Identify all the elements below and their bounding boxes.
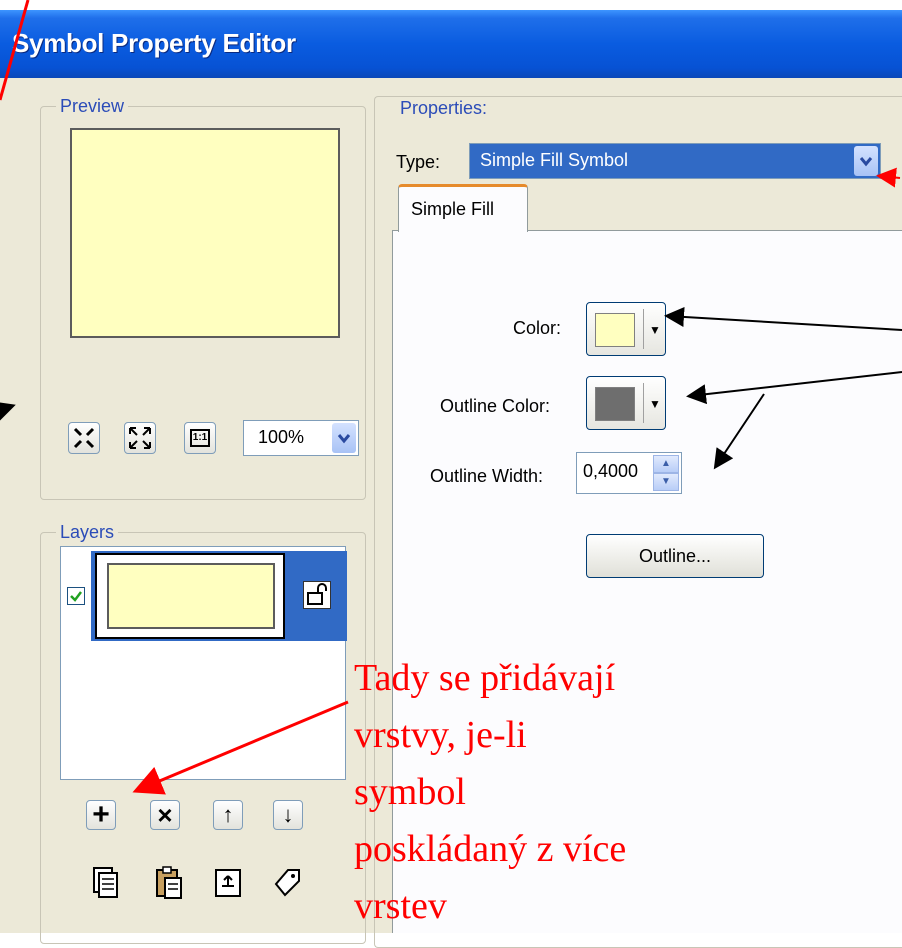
layers-group-label: Layers <box>56 522 119 543</box>
preview-group-label: Preview <box>56 96 129 117</box>
chevron-down-icon[interactable] <box>332 423 356 453</box>
layer-visible-checkbox[interactable] <box>67 587 85 605</box>
tab-simple-fill[interactable]: Simple Fill <box>398 184 528 232</box>
zoom-value: 100% <box>258 427 305 447</box>
outline-width-value: 0,4000 <box>583 461 639 481</box>
layer-thumbnail-frame <box>95 553 285 639</box>
outline-button-label: Outline... <box>638 546 712 566</box>
outline-color-label: Outline Color: <box>440 396 551 416</box>
zoom-to-fit-button[interactable] <box>124 422 156 454</box>
outline-button[interactable]: Outline... <box>586 534 764 578</box>
annotation-line: poskládaný z více <box>354 828 627 870</box>
annotation-line: Tady se přidávají <box>354 657 616 699</box>
zoom-in-button[interactable] <box>68 422 100 454</box>
add-layer-button[interactable]: + <box>86 798 116 831</box>
layer-item[interactable] <box>91 551 347 641</box>
move-down-icon: ↓ <box>282 802 294 827</box>
outline-color-picker-button[interactable]: ▼ <box>586 376 666 430</box>
actual-size-button[interactable]: 1:1 <box>184 422 216 454</box>
window-title: Symbol Property Editor <box>12 28 296 58</box>
outline-width-label: Outline Width: <box>430 466 544 486</box>
clear-icon <box>215 869 241 897</box>
type-select[interactable]: Simple Fill Symbol <box>469 143 881 179</box>
move-layer-up-button[interactable]: ↑ <box>213 800 243 830</box>
actual-size-icon: 1:1 <box>190 429 210 447</box>
paste-icon <box>156 866 182 899</box>
lock-icon[interactable] <box>303 581 331 609</box>
add-layer-icon: + <box>92 798 110 831</box>
type-label: Type: <box>396 152 441 172</box>
properties-group-label: Properties: <box>396 98 492 119</box>
preview-canvas <box>70 128 340 338</box>
copy-icon <box>93 867 118 898</box>
zoom-to-fit-icon <box>129 427 151 449</box>
annotation-line: vrstvy, je-li <box>354 714 527 756</box>
tag-layer-button[interactable] <box>272 866 302 897</box>
outline-color-swatch <box>595 387 635 421</box>
color-picker-button[interactable]: ▼ <box>586 302 666 356</box>
paste-layer-button[interactable] <box>154 866 184 899</box>
annotation-line: vrstev <box>354 885 447 927</box>
clear-layer-button[interactable] <box>213 866 243 897</box>
remove-layer-button[interactable]: × <box>150 800 180 830</box>
move-up-icon: ↑ <box>222 802 234 827</box>
color-label: Color: <box>513 318 562 338</box>
layer-thumbnail <box>107 563 275 629</box>
move-layer-down-button[interactable]: ↓ <box>273 800 303 830</box>
title-bar[interactable]: Symbol Property Editor <box>0 10 902 78</box>
tag-icon <box>274 869 300 897</box>
outline-width-input[interactable]: 0,4000 ▲ ▼ <box>576 452 682 494</box>
dropdown-arrow-icon: ▼ <box>649 323 661 337</box>
zoom-in-icon <box>73 427 95 449</box>
spin-down-icon[interactable]: ▼ <box>653 473 679 491</box>
spin-up-icon[interactable]: ▲ <box>653 455 679 473</box>
color-swatch <box>595 313 635 347</box>
annotation-line: symbol <box>354 771 466 813</box>
layers-list[interactable] <box>60 546 347 780</box>
type-value: Simple Fill Symbol <box>480 150 629 170</box>
annotation-text: Tady se přidávají vrstvy, je-li symbol p… <box>354 650 714 935</box>
dropdown-arrow-icon: ▼ <box>649 397 661 411</box>
remove-layer-icon: × <box>157 799 173 830</box>
chevron-down-icon[interactable] <box>854 146 878 176</box>
copy-layer-button[interactable] <box>90 866 120 898</box>
zoom-select[interactable]: 100% <box>243 420 359 456</box>
tab-simple-fill-label: Simple Fill <box>411 199 495 219</box>
